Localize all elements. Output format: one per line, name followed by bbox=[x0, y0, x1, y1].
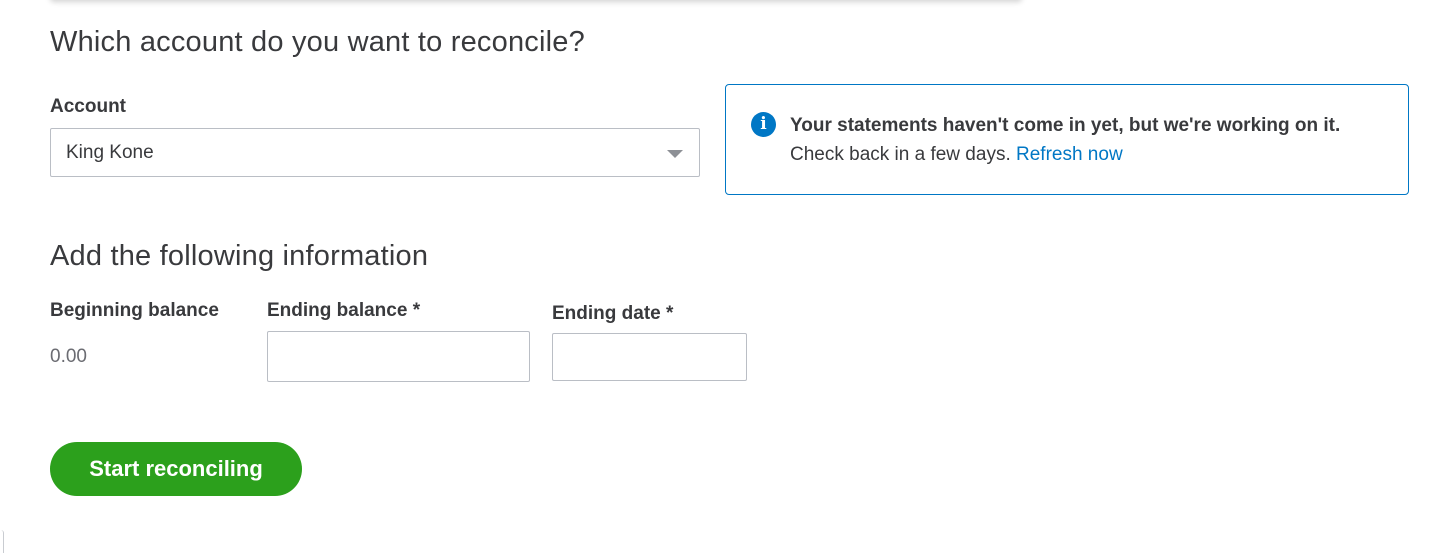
ending-balance-label: Ending balance * bbox=[267, 300, 421, 321]
ending-balance-input[interactable] bbox=[267, 331, 530, 382]
account-label: Account bbox=[50, 96, 126, 117]
beginning-balance-value: 0.00 bbox=[50, 346, 87, 367]
beginning-balance-label: Beginning balance bbox=[50, 300, 219, 321]
ending-date-input[interactable] bbox=[552, 333, 747, 381]
chevron-down-icon[interactable] bbox=[667, 150, 683, 158]
statements-info-banner: i Your statements haven't come in yet, b… bbox=[725, 84, 1409, 195]
start-reconciling-button[interactable]: Start reconciling bbox=[50, 442, 302, 496]
account-dropdown[interactable]: King Kone bbox=[50, 128, 700, 177]
info-banner-title: Your statements haven't come in yet, but… bbox=[790, 115, 1341, 136]
ending-date-label: Ending date * bbox=[552, 303, 674, 324]
add-info-heading: Add the following information bbox=[50, 240, 429, 272]
left-panel-edge bbox=[0, 530, 4, 553]
refresh-now-link[interactable]: Refresh now bbox=[1016, 144, 1123, 165]
info-banner-text: Check back in a few days. bbox=[790, 144, 1011, 165]
info-icon: i bbox=[751, 112, 776, 137]
account-selected-value: King Kone bbox=[66, 142, 154, 163]
reconcile-heading: Which account do you want to reconcile? bbox=[50, 26, 585, 58]
info-banner-body: Check back in a few days. Refresh now bbox=[790, 144, 1123, 166]
